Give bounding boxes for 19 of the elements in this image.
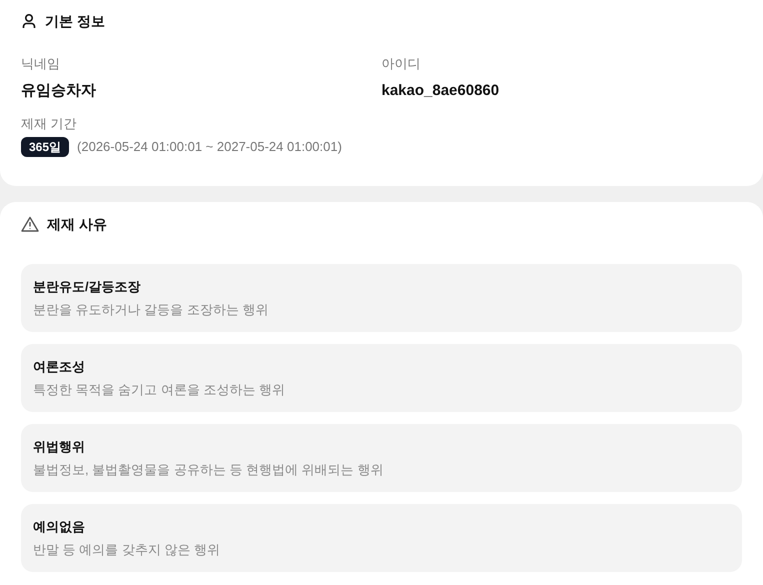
field-value: kakao_8ae60860 (382, 81, 500, 101)
reason-title: 여론조성 (33, 358, 86, 376)
reason-description: 특정한 목적을 숨기고 여론을 조성하는 행위 (33, 381, 286, 399)
reason-description: 반말 등 예의를 갖추지 않은 행위 (33, 541, 222, 559)
date-range: (2026-05-24 01:00:01 ~ 2027-05-24 01:00:01) (77, 138, 342, 156)
user-icon (21, 13, 37, 29)
reason-description: 불법정보, 불법촬영물을 공유하는 등 현행법에 위배되는 행위 (33, 461, 384, 479)
reason-description: 분란을 유도하거나 갈등을 조장하는 행위 (33, 301, 270, 319)
field-value: 유임승차자 (21, 81, 97, 101)
reason-title: 분란유도/갈등조장 (33, 278, 142, 296)
section-title: 제재 사유 (47, 214, 107, 234)
warning-icon (21, 216, 39, 232)
field-label: 제재 기간 (21, 115, 78, 133)
section-title: 기본 정보 (45, 12, 105, 30)
reason-title: 예의없음 (33, 518, 86, 536)
reason-title: 위법행위 (33, 438, 86, 456)
field-label: 닉네임 (21, 55, 61, 73)
field-label: 아이디 (382, 55, 422, 73)
duration-badge: 365일 (21, 137, 70, 157)
